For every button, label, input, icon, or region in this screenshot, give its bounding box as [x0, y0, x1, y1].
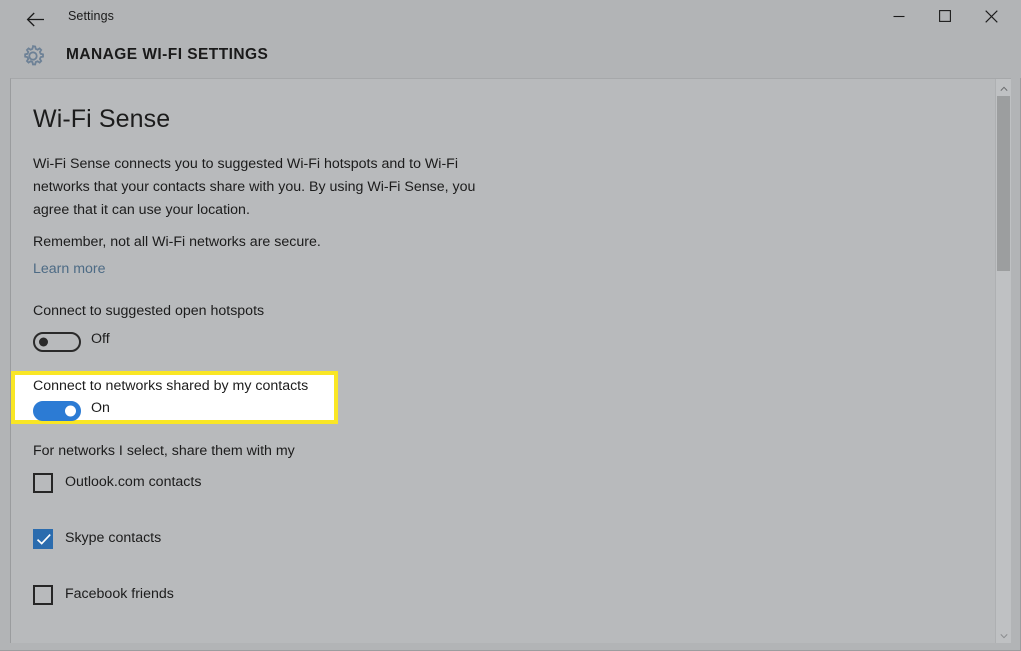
checkbox-skype[interactable]: [33, 529, 53, 549]
toggle-knob: [39, 337, 48, 347]
description-paragraph-2: Remember, not all Wi-Fi networks are sec…: [33, 234, 321, 250]
gear-icon: [19, 42, 47, 70]
chevron-up-icon: [999, 79, 1008, 97]
scroll-down-button[interactable]: [996, 626, 1011, 643]
minimize-icon: [893, 10, 905, 22]
setting-label-open-hotspots: Connect to suggested open hotspots: [33, 303, 265, 319]
maximize-button[interactable]: [922, 0, 968, 32]
title-bar: Settings: [0, 0, 1021, 38]
vertical-scrollbar[interactable]: [995, 79, 1011, 643]
back-arrow-icon: [26, 12, 45, 27]
checkbox-label-outlook: Outlook.com contacts: [65, 474, 202, 490]
checkbox-label-facebook: Facebook friends: [65, 586, 174, 602]
minimize-button[interactable]: [876, 0, 922, 32]
content-pane: Wi-Fi Sense Wi-Fi Sense connects you to …: [10, 78, 1011, 643]
learn-more-link[interactable]: Learn more: [33, 261, 106, 277]
back-button[interactable]: [18, 6, 52, 32]
checkmark-icon: [36, 534, 51, 545]
checkbox-label-skype: Skype contacts: [65, 530, 162, 546]
toggle-knob: [65, 405, 76, 417]
settings-window: Settings MANAGE WI-FI SETTINGS Wi-Fi Sen…: [0, 0, 1021, 651]
description-paragraph-1: Wi-Fi Sense connects you to suggested Wi…: [33, 156, 476, 218]
scrollbar-thumb[interactable]: [997, 96, 1010, 271]
close-icon: [984, 9, 998, 23]
setting-label-shared-networks: Connect to networks shared by my contact…: [33, 378, 309, 394]
chevron-down-icon: [999, 626, 1008, 644]
share-section-heading: For networks I select, share them with m…: [33, 443, 295, 459]
maximize-icon: [939, 10, 951, 22]
toggle-shared-networks[interactable]: [33, 401, 81, 421]
content-scroll-area: Wi-Fi Sense Wi-Fi Sense connects you to …: [11, 79, 996, 643]
toggle-state-shared-networks: On: [91, 400, 110, 416]
page-title: MANAGE WI-FI SETTINGS: [66, 46, 269, 63]
checkbox-outlook[interactable]: [33, 473, 53, 493]
section-heading: Wi-Fi Sense: [33, 105, 171, 133]
checkbox-facebook[interactable]: [33, 585, 53, 605]
toggle-open-hotspots[interactable]: [33, 332, 81, 352]
toggle-state-open-hotspots: Off: [91, 331, 110, 347]
close-button[interactable]: [968, 0, 1014, 32]
scroll-up-button[interactable]: [996, 79, 1011, 96]
app-title: Settings: [68, 9, 114, 23]
